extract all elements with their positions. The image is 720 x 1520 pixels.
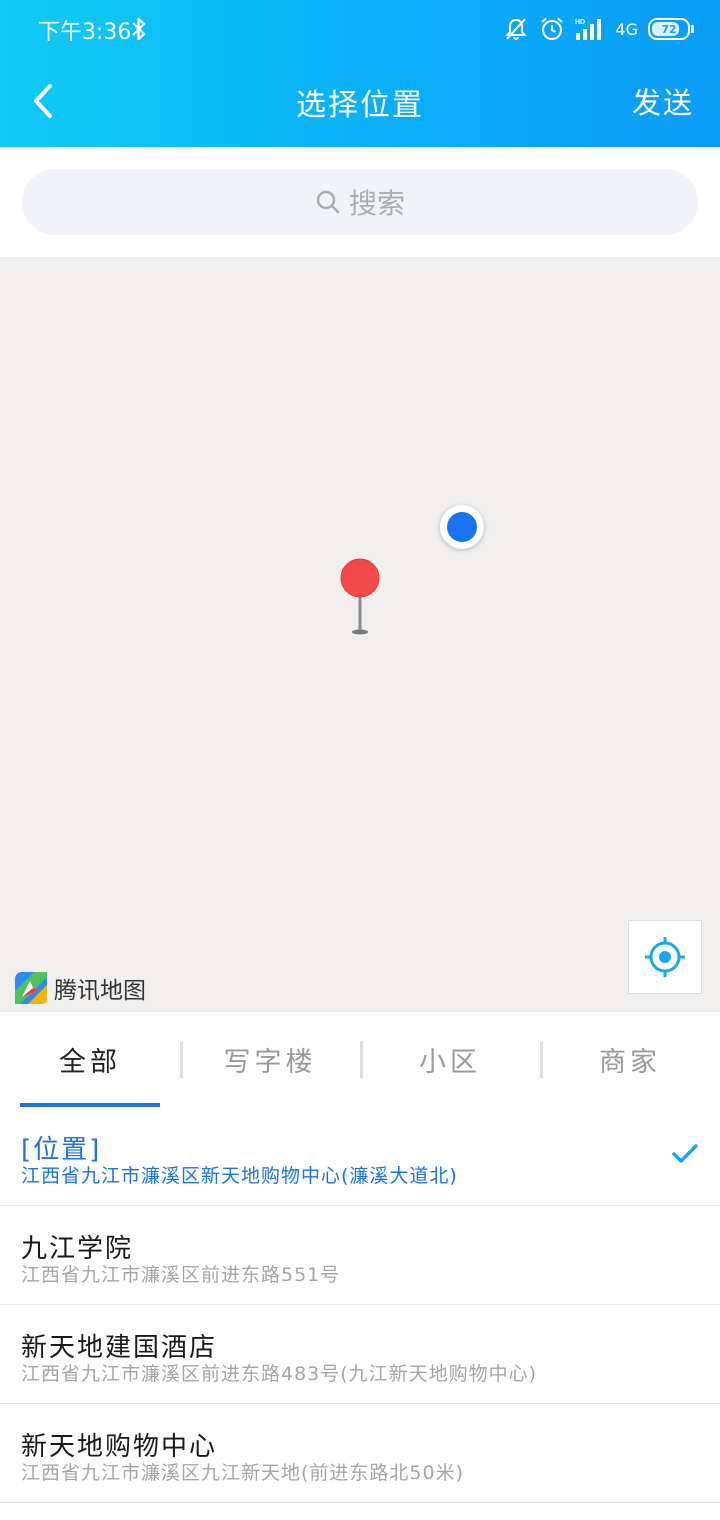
tab-residential[interactable]: 小区 bbox=[360, 1012, 540, 1107]
location-address: 江西省九江市濂溪区前进东路483号(九江新天地购物中心) bbox=[21, 1363, 538, 1385]
map-provider-label: 腾讯地图 bbox=[54, 978, 146, 1004]
location-address: 江西省九江市濂溪区前进东路551号 bbox=[21, 1264, 341, 1286]
check-icon bbox=[672, 1144, 698, 1163]
location-item[interactable]: 新天地建国酒店 江西省九江市濂溪区前进东路483号(九江新天地购物中心) bbox=[0, 1305, 720, 1404]
category-tabs: 全部 写字楼 小区 商家 bbox=[0, 1012, 720, 1108]
tab-office-building[interactable]: 写字楼 bbox=[180, 1012, 360, 1107]
current-location-dot bbox=[440, 505, 484, 549]
status-bar: 下午3:36 HD 4G 72 bbox=[0, 0, 720, 58]
status-icons: HD 4G 72 bbox=[503, 14, 694, 44]
location-item[interactable]: 新天地购物中心 江西省九江市濂溪区九江新天地(前进东路北50米) bbox=[0, 1404, 720, 1503]
search-area: 搜索 bbox=[0, 147, 720, 257]
alarm-clock-icon bbox=[541, 17, 564, 40]
status-time: 下午3:36 bbox=[38, 20, 132, 45]
network-type: 4G bbox=[615, 19, 638, 39]
back-button[interactable] bbox=[28, 78, 68, 124]
tab-all[interactable]: 全部 bbox=[0, 1012, 180, 1108]
location-address: 江西省九江市濂溪区新天地购物中心(濂溪大道北) bbox=[21, 1165, 458, 1187]
nav-bar: 选择位置 发送 bbox=[0, 58, 720, 147]
app-header: 下午3:36 HD 4G 72 选择位置 发送 bbox=[0, 0, 720, 147]
page-title: 选择位置 bbox=[296, 88, 424, 123]
locate-me-button[interactable] bbox=[628, 920, 702, 994]
location-list: [位置] 江西省九江市濂溪区新天地购物中心(濂溪大道北) 九江学院 江西省九江市… bbox=[0, 1107, 720, 1503]
search-icon bbox=[316, 190, 340, 214]
bluetooth-icon bbox=[132, 17, 146, 41]
location-item-current[interactable]: [位置] 江西省九江市濂溪区新天地购物中心(濂溪大道北) bbox=[0, 1107, 720, 1206]
map-provider-logo: 腾讯地图 bbox=[14, 971, 146, 1005]
search-placeholder: 搜索 bbox=[348, 187, 405, 220]
map-view[interactable]: 腾讯地图 bbox=[0, 257, 720, 1012]
send-button[interactable]: 发送 bbox=[632, 80, 694, 122]
tab-merchant[interactable]: 商家 bbox=[540, 1012, 720, 1107]
mute-bell-icon bbox=[505, 18, 528, 40]
crosshair-icon bbox=[645, 937, 685, 977]
location-pin-icon[interactable] bbox=[340, 558, 380, 638]
tencent-map-logo-icon bbox=[15, 972, 47, 1004]
signal-icon: HD bbox=[575, 19, 602, 40]
svg-text:HD: HD bbox=[575, 19, 585, 26]
location-item[interactable]: 九江学院 江西省九江市濂溪区前进东路551号 bbox=[0, 1206, 720, 1305]
back-arrow-icon bbox=[34, 84, 52, 118]
location-address: 江西省九江市濂溪区九江新天地(前进东路北50米) bbox=[21, 1462, 465, 1484]
battery-level: 72 bbox=[661, 22, 677, 36]
search-input[interactable]: 搜索 bbox=[22, 169, 698, 235]
battery-icon: 72 bbox=[648, 18, 694, 40]
